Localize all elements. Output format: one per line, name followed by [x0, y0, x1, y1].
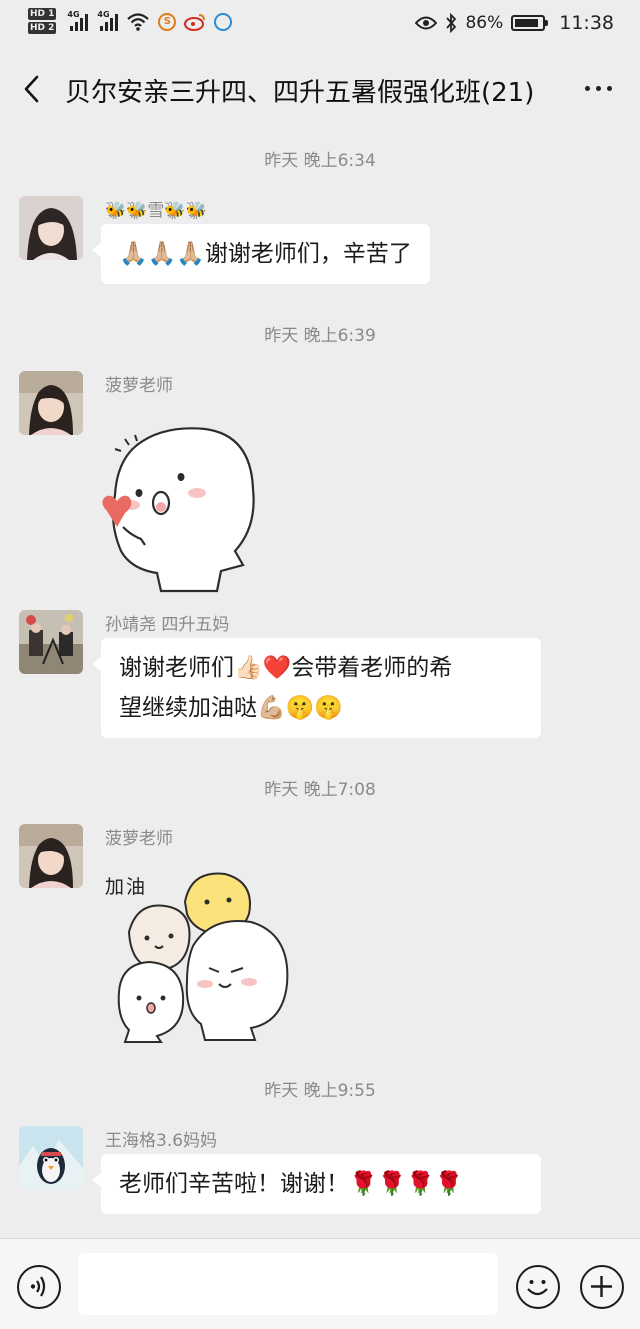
- sticker-image[interactable]: [101, 423, 271, 593]
- avatar[interactable]: [19, 824, 83, 888]
- timestamp: 昨天 晚上6:34: [264, 151, 376, 171]
- avatar[interactable]: [19, 196, 83, 260]
- app-circle-icon: [214, 13, 233, 31]
- app-s-icon: S: [158, 13, 177, 31]
- message-input[interactable]: [78, 1253, 498, 1315]
- chat-title: 贝尔安亲三升四、四升五暑假强化班(21): [65, 78, 535, 108]
- hd-indicator: HD 1 HD 2: [28, 8, 57, 36]
- avatar[interactable]: [19, 371, 83, 435]
- message-bubble[interactable]: 老师们辛苦啦！谢谢！🌹🌹🌹🌹: [92, 1154, 541, 1214]
- status-right: 86% 11:38: [415, 12, 614, 34]
- bluetooth-icon: [446, 13, 457, 33]
- voice-icon[interactable]: [17, 1265, 61, 1309]
- battery-icon: [511, 15, 549, 31]
- more-icon[interactable]: [585, 86, 612, 91]
- eye-icon: [415, 16, 438, 30]
- weibo-icon: [184, 14, 206, 31]
- sticker-image[interactable]: 加油: [101, 872, 301, 1044]
- message-bubble[interactable]: 🙏🏼🙏🏼🙏🏼谢谢老师们，辛苦了: [92, 224, 430, 284]
- back-icon[interactable]: [18, 72, 48, 106]
- battery-percent: 86%: [465, 13, 504, 33]
- timestamp: 昨天 晚上7:08: [264, 780, 376, 800]
- hd1-label: HD 1: [28, 8, 57, 20]
- wifi-icon: [127, 13, 150, 31]
- clock: 11:38: [559, 12, 614, 34]
- sender-name: 孙靖尧 四升五妈: [105, 615, 230, 635]
- status-left: HD 1 HD 2 4G 4G S: [28, 8, 233, 36]
- plus-icon[interactable]: [580, 1265, 624, 1309]
- message-item: 🐝🐝雪🐝🐝 🙏🏼🙏🏼🙏🏼谢谢老师们，辛苦了: [19, 196, 619, 296]
- message-bubble[interactable]: 谢谢老师们👍🏻❤️会带着老师的希 望继续加油哒💪🏼🤫🤫: [92, 638, 541, 738]
- message-list[interactable]: 昨天 晚上6:34 🐝🐝雪🐝🐝 🙏🏼🙏🏼🙏🏼谢谢老师们，辛苦了 昨天 晚上6:3…: [0, 128, 640, 1238]
- message-item: 菠萝老师: [19, 371, 619, 601]
- sender-name: 王海格3.6妈妈: [105, 1131, 218, 1151]
- input-bar: [0, 1238, 640, 1329]
- message-line: 望继续加油哒💪🏼🤫🤫: [119, 695, 343, 721]
- sticker-drawing: [117, 872, 289, 1043]
- avatar[interactable]: [19, 1126, 83, 1190]
- sender-name: 🐝🐝雪🐝🐝: [105, 201, 207, 221]
- chat-header: 贝尔安亲三升四、四升五暑假强化班(21): [0, 50, 640, 128]
- avatar[interactable]: [19, 610, 83, 674]
- net1-label: 4G: [67, 10, 80, 19]
- timestamp: 昨天 晚上6:39: [264, 326, 376, 346]
- sender-name: 菠萝老师: [105, 376, 173, 396]
- message-line: 谢谢老师们👍🏻❤️会带着老师的希: [119, 655, 453, 681]
- emoji-icon[interactable]: [516, 1265, 560, 1309]
- signal-2-icon: 4G: [97, 10, 119, 31]
- status-bar: HD 1 HD 2 4G 4G S 86% 11:38: [0, 0, 640, 50]
- message-item: 孙靖尧 四升五妈 谢谢老师们👍🏻❤️会带着老师的希 望继续加油哒💪🏼🤫🤫: [19, 610, 619, 750]
- signal-1-icon: 4G: [67, 10, 89, 31]
- message-item: 王海格3.6妈妈 老师们辛苦啦！谢谢！🌹🌹🌹🌹: [19, 1126, 619, 1226]
- battery-fill: [515, 19, 538, 27]
- timestamp: 昨天 晚上9:55: [264, 1081, 376, 1101]
- hd2-label: HD 2: [28, 22, 57, 34]
- message-item: 菠萝老师 加油: [19, 824, 619, 1054]
- net2-label: 4G: [97, 10, 110, 19]
- sender-name: 菠萝老师: [105, 829, 173, 849]
